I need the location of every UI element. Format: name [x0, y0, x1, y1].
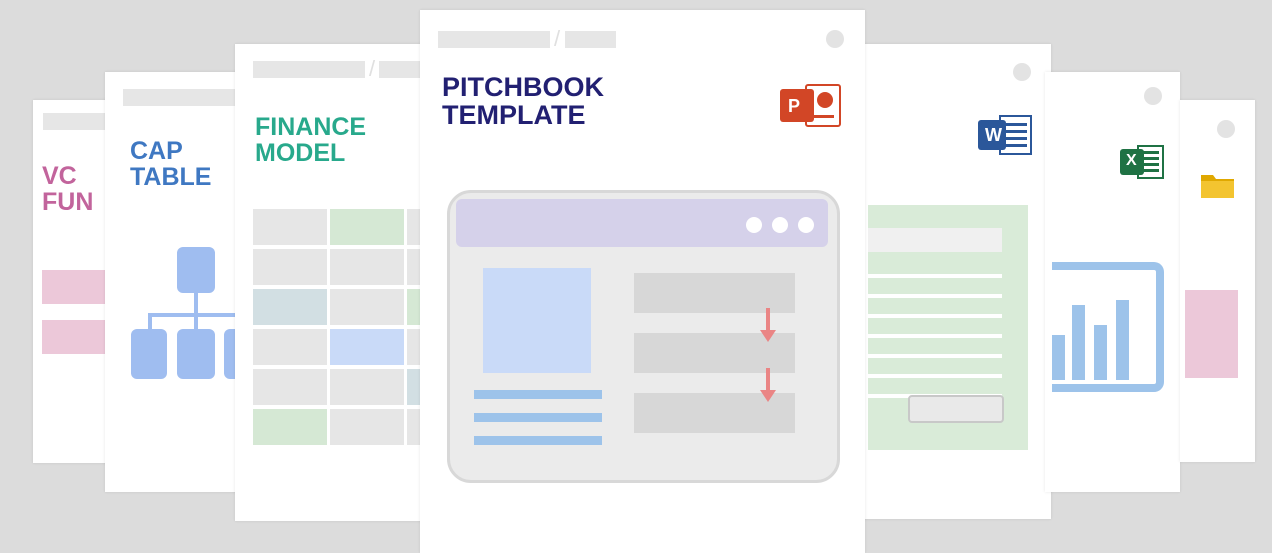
word-icon-letter: W [985, 125, 1002, 145]
window-dot [1013, 63, 1031, 81]
window-dot [1217, 120, 1235, 138]
content-row [634, 273, 795, 313]
folder-icon [1200, 170, 1235, 200]
word-doc-card[interactable]: W [858, 44, 1051, 519]
cap-table-card[interactable]: CAP TABLE [105, 72, 240, 492]
breadcrumb-bar [379, 61, 425, 78]
excel-icon: X [1120, 145, 1165, 179]
breadcrumb-bar [43, 113, 108, 130]
org-chart-icon [131, 247, 240, 379]
content-block [42, 320, 108, 354]
down-arrow-icon [760, 368, 776, 402]
powerpoint-icon-letter: P [788, 96, 801, 116]
vc-fund-card[interactable]: VC FUN [33, 100, 108, 463]
presentation-window [447, 190, 840, 483]
window-titlebar [456, 199, 828, 247]
powerpoint-icon: P [780, 83, 842, 128]
window-dot [1144, 87, 1162, 105]
spreadsheet-grid [253, 209, 425, 445]
breadcrumb-bar [438, 31, 550, 48]
breadcrumb-bar [565, 31, 616, 48]
breadcrumb-bar [253, 61, 365, 78]
excel-sheet-card[interactable]: X [1045, 72, 1180, 492]
card-title: CAP TABLE [130, 137, 212, 192]
content-block [1185, 290, 1238, 378]
folder-card[interactable] [1180, 100, 1255, 462]
breadcrumb-separator: / [369, 56, 376, 81]
finance-model-card[interactable]: / FINANCE MODEL [235, 44, 425, 521]
card-title: FINANCE MODEL [255, 113, 367, 168]
image-placeholder [483, 268, 591, 373]
word-icon: W [978, 114, 1033, 156]
card-title: VC FUN [42, 162, 94, 217]
breadcrumb-bar [123, 89, 240, 106]
button-placeholder [908, 395, 1004, 423]
content-block [42, 270, 108, 304]
text-line [474, 390, 602, 399]
pitchbook-template-card[interactable]: / PITCHBOOK TEMPLATE P [420, 10, 865, 553]
down-arrow-icon [760, 308, 776, 342]
document-page [868, 205, 1028, 450]
excel-icon-letter: X [1126, 152, 1137, 169]
bar-chart-icon [1052, 262, 1164, 392]
card-title: PITCHBOOK TEMPLATE [442, 72, 604, 131]
text-line [474, 413, 602, 422]
text-line [474, 436, 602, 445]
window-dot [826, 30, 844, 48]
breadcrumb-separator: / [554, 26, 561, 51]
